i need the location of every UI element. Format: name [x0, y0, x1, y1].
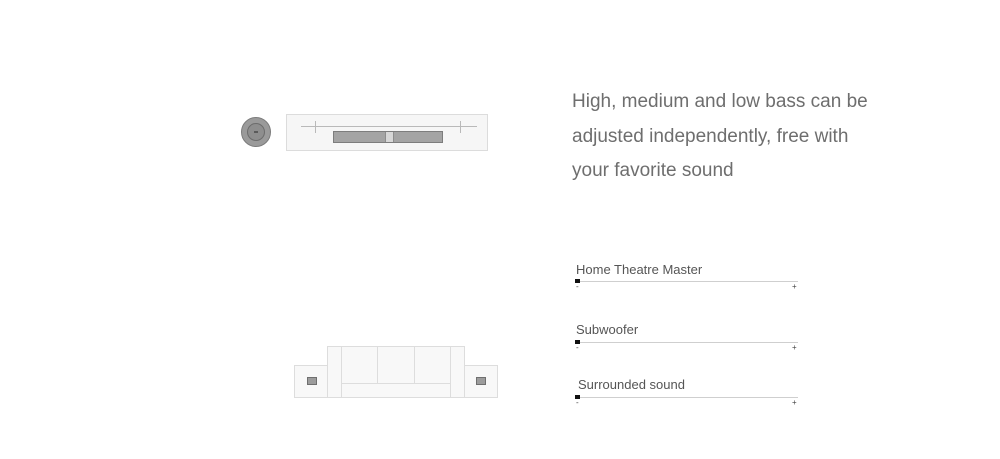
subwoofer-slider[interactable]: Subwoofer - + — [575, 322, 800, 362]
slider-max-label: + — [792, 282, 797, 291]
subwoofer-knob-inner — [247, 123, 265, 141]
description-line: your favorite sound — [572, 160, 734, 181]
slider-max-label: + — [792, 398, 797, 407]
speaker-icon-right — [476, 377, 486, 385]
sofa-cushion-divider — [414, 346, 415, 384]
slider-min-label: - — [576, 282, 579, 291]
slider-label: Home Theatre Master — [576, 262, 703, 277]
slider-track[interactable] — [575, 342, 798, 343]
subwoofer-knob-icon — [241, 117, 271, 147]
sofa-icon — [294, 346, 498, 398]
soundbar-bracket-left — [315, 121, 316, 133]
description-line: adjusted independently, free with — [572, 125, 849, 147]
slider-label: Surrounded sound — [578, 377, 685, 392]
slider-track[interactable] — [575, 281, 798, 282]
surrounded-sound-slider[interactable]: Surrounded sound - + — [575, 377, 800, 417]
slider-track[interactable] — [575, 397, 798, 398]
sofa-back — [341, 346, 451, 384]
soundbar-illustration — [286, 114, 488, 151]
soundbar-center-unit — [385, 132, 394, 142]
speaker-icon-left — [307, 377, 317, 385]
soundbar-bracket-right — [460, 121, 461, 133]
description-line: High, medium and low bass can be — [572, 91, 868, 112]
feature-description: High, medium and low bass can be adjuste… — [572, 85, 902, 189]
sofa-arm-left — [327, 346, 342, 398]
soundbar-wall-line — [301, 126, 477, 127]
sofa-cushion-divider — [377, 346, 378, 384]
subwoofer-knob-mark — [254, 131, 258, 133]
home-theatre-master-slider[interactable]: Home Theatre Master - + — [575, 262, 800, 302]
sofa-arm-right — [450, 346, 465, 398]
sofa-seat — [341, 383, 451, 398]
slider-min-label: - — [576, 398, 579, 407]
slider-label: Subwoofer — [576, 322, 639, 337]
slider-max-label: + — [792, 343, 797, 352]
soundbar-icon — [333, 131, 443, 143]
slider-min-label: - — [576, 343, 579, 352]
